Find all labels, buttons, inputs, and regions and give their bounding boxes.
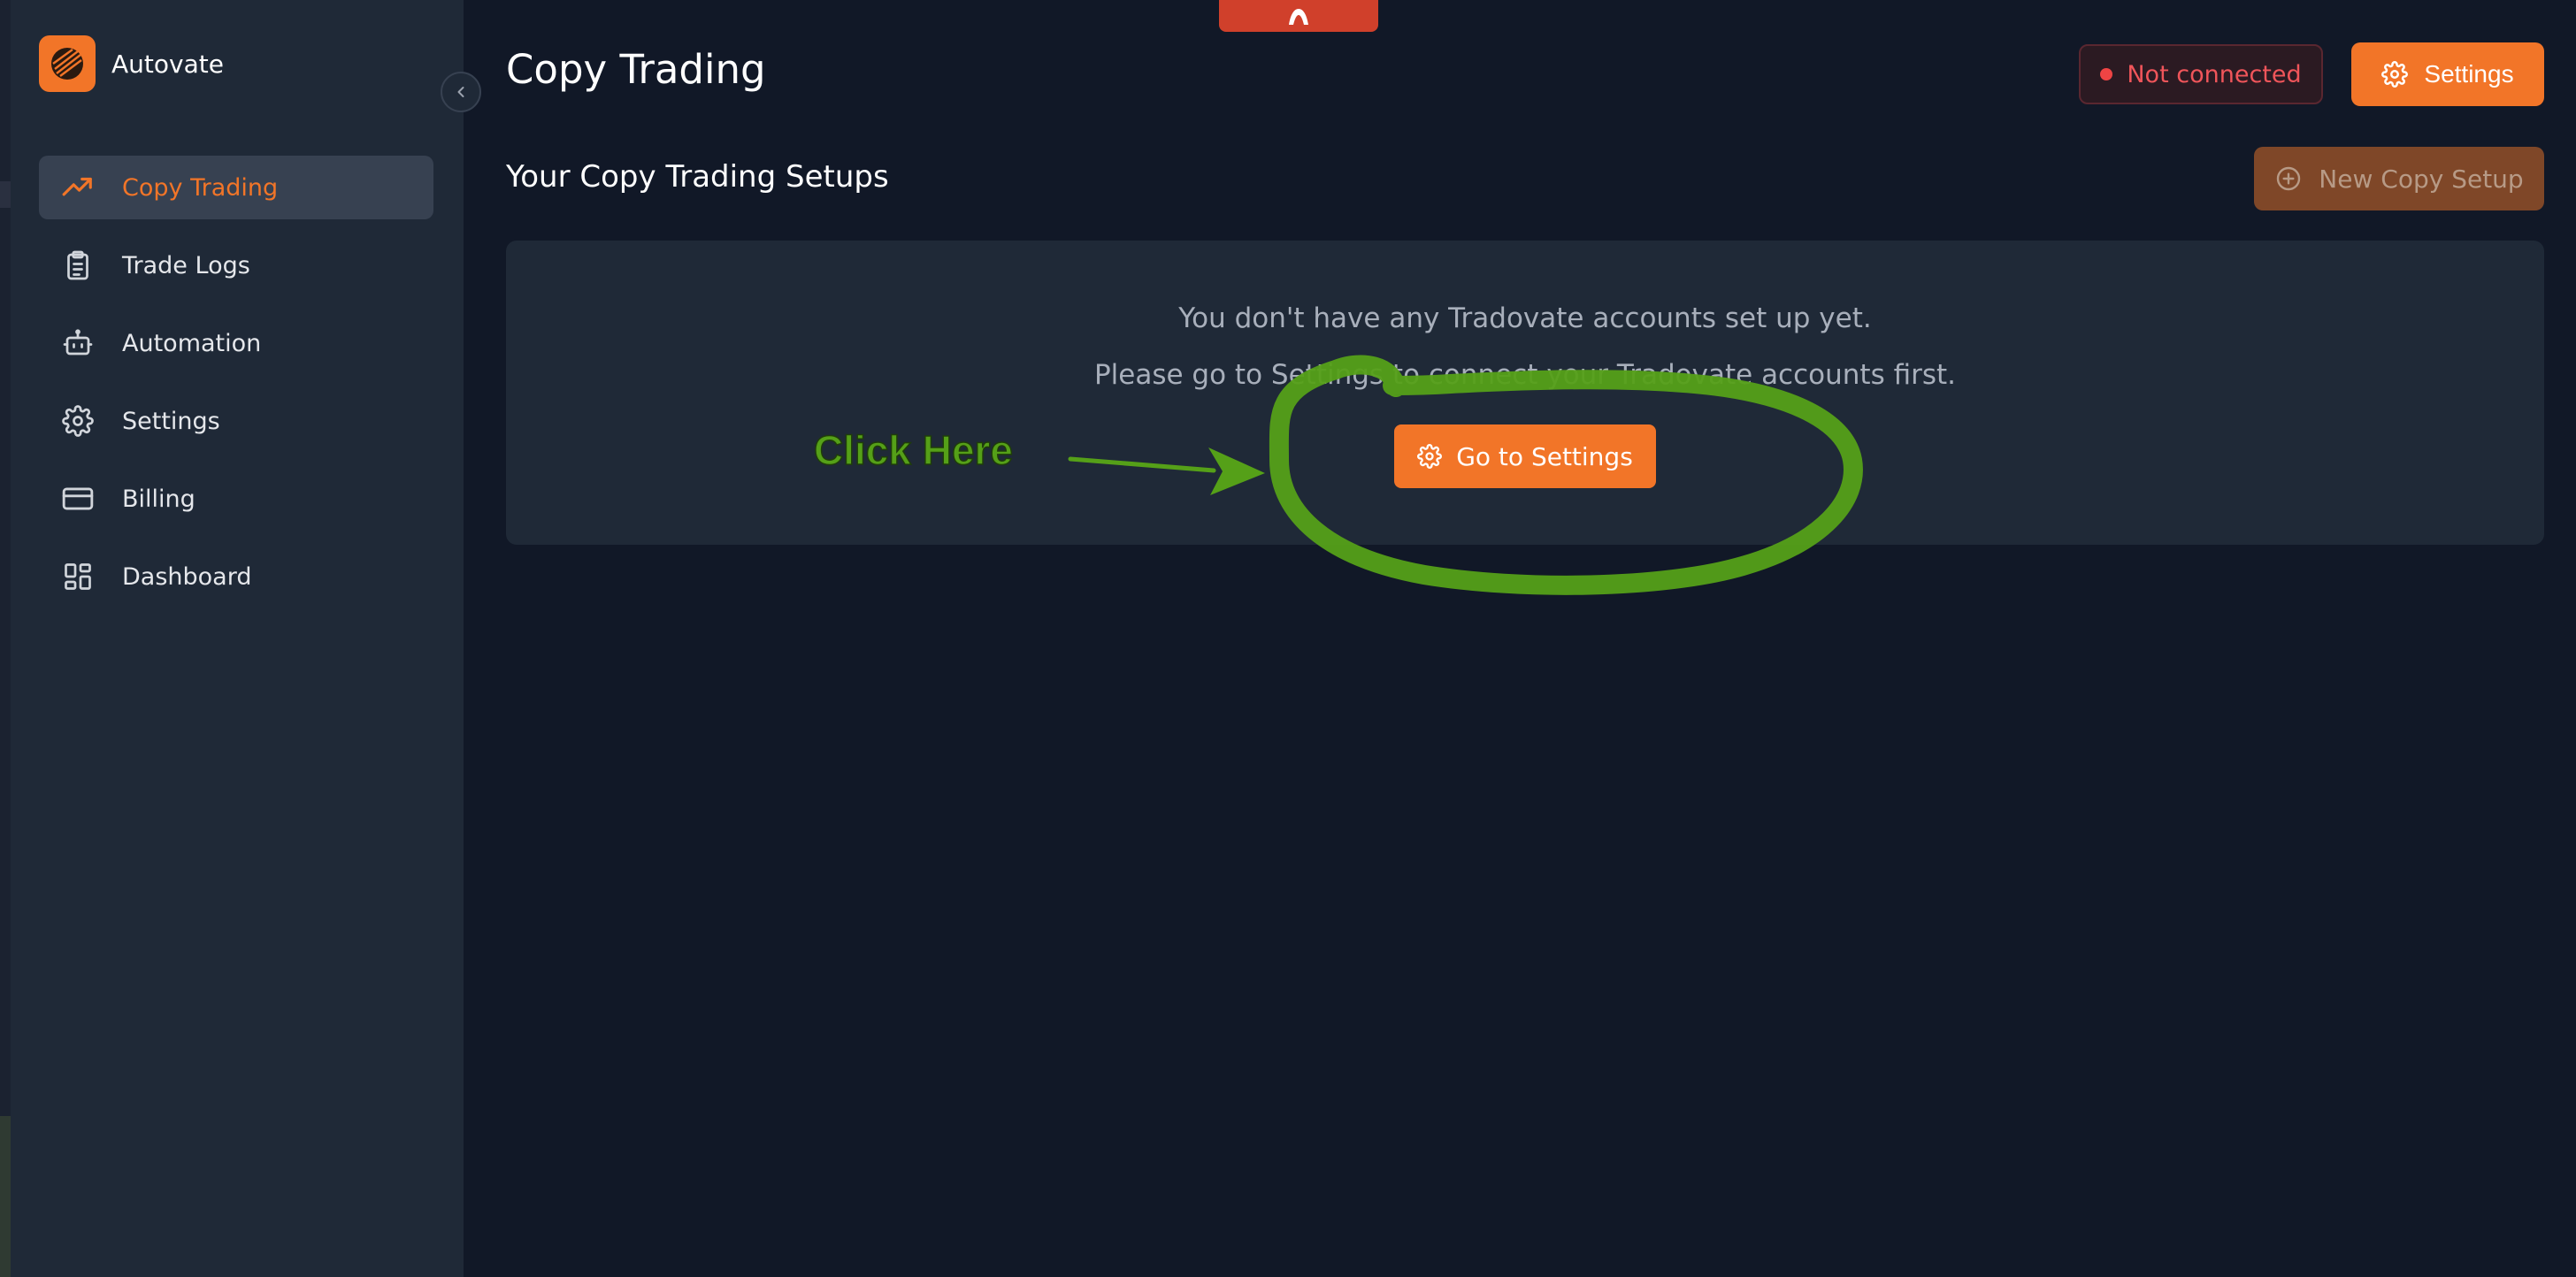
brand-name: Autovate (111, 49, 224, 79)
chevron-left-icon (452, 83, 470, 101)
autovate-logo-icon (39, 35, 96, 92)
gear-icon (1417, 444, 1443, 469)
sidebar-nav: Copy Trading Trade Logs Automation Setti… (39, 156, 433, 623)
window-edge-band (0, 181, 11, 208)
empty-state-message: You don't have any Tradovate accounts se… (1178, 302, 1872, 334)
status-dot-icon (2100, 68, 2113, 80)
sidebar-item-label: Settings (122, 407, 220, 435)
new-copy-setup-button[interactable]: New Copy Setup (2254, 147, 2544, 210)
sidebar-item-label: Copy Trading (122, 173, 279, 202)
sidebar-item-trade-logs[interactable]: Trade Logs (39, 233, 433, 297)
sidebar-item-label: Dashboard (122, 562, 252, 591)
sidebar-item-label: Automation (122, 329, 262, 357)
empty-state-card: You don't have any Tradovate accounts se… (506, 241, 2544, 545)
window-edge (0, 0, 11, 1277)
page-title: Copy Trading (506, 46, 766, 93)
click-here-annotation: Click Here (813, 426, 1014, 474)
settings-button[interactable]: Settings (2351, 42, 2544, 106)
new-copy-setup-label: New Copy Setup (2319, 164, 2524, 194)
plus-circle-icon (2274, 164, 2303, 193)
window-edge-blip (0, 1116, 11, 1277)
settings-button-label: Settings (2424, 60, 2514, 88)
sidebar-item-automation[interactable]: Automation (39, 311, 433, 375)
go-to-settings-button[interactable]: Go to Settings (1394, 424, 1656, 488)
section-title: Your Copy Trading Setups (506, 159, 889, 195)
sidebar-item-billing[interactable]: Billing (39, 467, 433, 531)
gear-icon (60, 403, 96, 439)
sidebar-item-dashboard[interactable]: Dashboard (39, 545, 433, 608)
trending-up-icon (60, 170, 96, 205)
dashboard-icon (60, 559, 96, 594)
sidebar-item-copy-trading[interactable]: Copy Trading (39, 156, 433, 219)
empty-state-instruction: Please go to Settings to connect your Tr… (1093, 359, 1957, 391)
status-text: Not connected (2127, 60, 2302, 88)
robot-icon (60, 325, 96, 361)
chevron-up-icon (1287, 5, 1310, 27)
credit-card-icon (60, 481, 96, 516)
sidebar-item-settings[interactable]: Settings (39, 389, 433, 453)
go-to-settings-label: Go to Settings (1456, 441, 1633, 471)
brand[interactable]: Autovate (39, 35, 224, 92)
top-handle-tab[interactable] (1219, 0, 1378, 32)
sidebar-item-label: Billing (122, 485, 196, 513)
gear-icon (2381, 61, 2409, 88)
clipboard-icon (60, 248, 96, 283)
sidebar-collapse-button[interactable] (441, 72, 481, 112)
status-badge: Not connected (2079, 44, 2323, 104)
sidebar: Autovate Copy Trading Trade Logs Automat… (11, 0, 464, 1277)
sidebar-item-label: Trade Logs (122, 251, 250, 279)
